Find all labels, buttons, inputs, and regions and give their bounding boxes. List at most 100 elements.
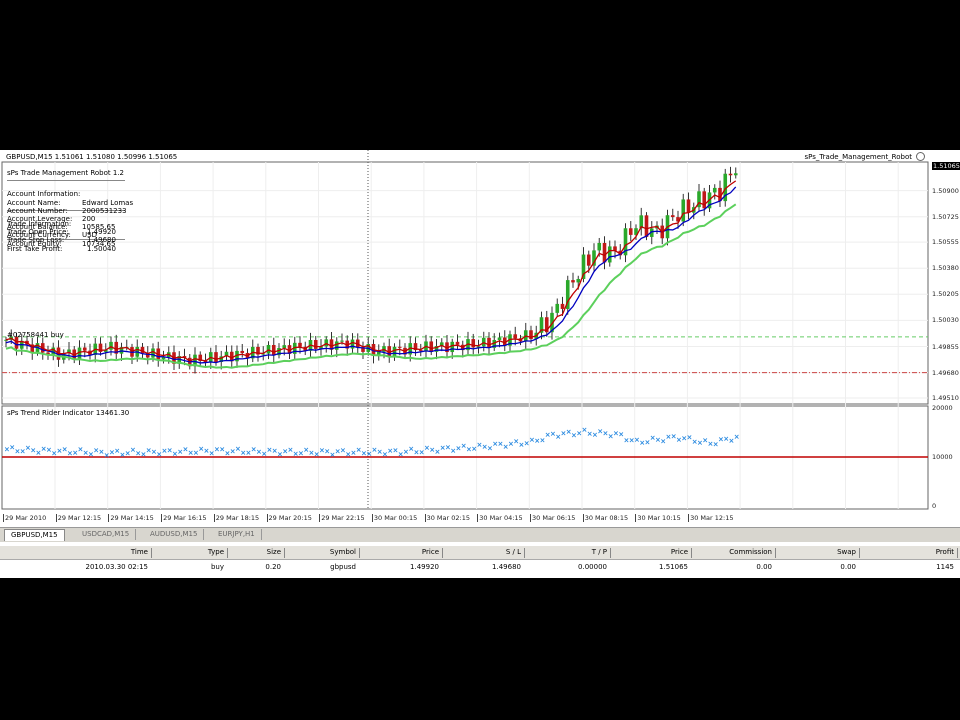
candle-body <box>471 339 476 348</box>
candle-body <box>282 345 287 348</box>
candle-body <box>712 187 717 193</box>
column-header[interactable]: Swap <box>776 548 860 558</box>
time-tick: 29 Mar 16:15 <box>161 514 207 522</box>
candle-body <box>560 303 565 309</box>
candle-body <box>266 344 271 354</box>
candle-body <box>214 352 218 362</box>
ea-name: sPs_Trade_Management_Robot <box>804 153 912 161</box>
account-row: Account Number: 2000531233 <box>7 206 127 215</box>
candle-body <box>576 278 581 283</box>
time-tick: 29 Mar 22:15 <box>319 514 365 522</box>
time-tick: 30 Mar 12:15 <box>688 514 734 522</box>
column-header[interactable]: Symbol <box>285 548 360 558</box>
chart-tabs: GBPUSD,M15 USDCAD,M15 AUDUSD,M15 EURJPY,H1 <box>0 527 960 542</box>
candle-body <box>334 341 339 350</box>
trade-row: Trade Open Price: 1.49920 <box>7 228 116 237</box>
price-chart[interactable]: × × × × × × × × × × × ×× × × × × × × × × × × × × × ×× × × × × × × × × × × × ×… <box>0 150 960 528</box>
price-tick: 1.49855 <box>932 342 959 351</box>
time-tick: 29 Mar 18:15 <box>213 514 260 522</box>
candle-body <box>670 215 675 218</box>
candle-body <box>397 346 402 348</box>
time-tick: 29 Mar 14:15 <box>108 514 154 522</box>
price-tick: 1.50725 <box>932 212 959 221</box>
candle-body <box>324 339 329 347</box>
candle-body <box>350 339 355 349</box>
candle-body <box>313 340 318 349</box>
candle-body <box>681 199 686 222</box>
info-panel: sPs Trade Management Robot 1.2 Account I… <box>7 169 134 253</box>
candle-body <box>109 341 113 350</box>
candle-body <box>686 199 691 213</box>
table-row[interactable]: 2010.03.30 02:15 buy 0.20 gbpusd 1.49920 1.49… <box>0 561 960 574</box>
column-header[interactable]: Price <box>360 548 443 558</box>
trade-table-header: Time Type Size Symbol Price S / LT / P Price Co… <box>0 546 960 560</box>
column-header[interactable]: Time <box>0 548 152 558</box>
account-row: Account Name: Edward Lomas <box>7 198 134 207</box>
chart-tab[interactable]: USDCAD,M15 <box>76 529 137 540</box>
candle-body <box>728 173 733 176</box>
table-cell: 0.00 <box>756 563 772 571</box>
candle-body <box>271 344 276 356</box>
candle-body <box>644 215 649 237</box>
table-cell: 0.20 <box>265 563 281 571</box>
table-cell: buy <box>210 563 224 571</box>
time-tick: 29 Mar 2010 <box>3 514 47 522</box>
price-tick: 1.51065 <box>932 162 960 170</box>
candle-body <box>555 303 560 313</box>
main-pane-border <box>1 161 929 405</box>
candle-body <box>340 340 344 342</box>
column-header[interactable]: Price <box>611 548 692 558</box>
time-tick: 29 Mar 12:15 <box>55 514 102 522</box>
trade-row: First Take Profit: 1.50040 <box>7 244 116 253</box>
price-tick: 1.50900 <box>932 186 959 195</box>
table-cell: 1.49920 <box>410 563 439 571</box>
account-heading: Account Information: <box>7 190 81 199</box>
candle-body <box>586 254 591 266</box>
candle-body <box>602 242 607 263</box>
chart-tab[interactable]: GBPUSD,M15 <box>4 529 65 541</box>
trade-row: Trade Stop Loss: 1.49680 <box>7 236 116 245</box>
table-cell: 1145 <box>936 563 954 571</box>
candle-body <box>597 242 602 251</box>
indicator-label: sPs Trend Rider Indicator 13461.30 <box>7 409 130 417</box>
time-tick: 29 Mar 20:15 <box>266 514 312 522</box>
column-header[interactable]: Commission <box>692 548 776 558</box>
table-cell: 0.00 <box>840 563 856 571</box>
indicator-marker: × <box>734 433 740 441</box>
candle-body <box>82 347 87 351</box>
table-cell: 0.00000 <box>578 563 607 571</box>
chart-tab[interactable]: AUDUSD,M15 <box>144 529 205 540</box>
candle-body <box>607 246 612 263</box>
chart-tab[interactable]: EURJPY,H1 <box>212 529 262 540</box>
table-cell: 1.49680 <box>492 563 521 571</box>
indicator-tick: 10000 <box>932 453 953 461</box>
candle-body <box>450 341 455 353</box>
price-tick: 1.50030 <box>932 316 959 325</box>
column-header[interactable]: Size <box>228 548 285 558</box>
time-tick: 30 Mar 04:15 <box>477 514 523 522</box>
candle-body <box>702 191 707 209</box>
column-header[interactable]: Profit <box>860 548 958 558</box>
column-header[interactable]: T / P <box>525 548 611 558</box>
candle-body <box>392 346 397 357</box>
symbol-quote: GBPUSD,M15 1.51061 1.51080 1.50996 1.510… <box>6 153 178 161</box>
candle-body <box>429 341 434 352</box>
candle-body <box>240 350 245 353</box>
indicator-tick: 0 <box>932 502 937 510</box>
column-header[interactable]: S / L <box>443 548 525 558</box>
order-label: #02758441 buy <box>7 331 64 339</box>
candle-body <box>455 341 460 345</box>
candle-body <box>628 228 633 235</box>
table-cell: 1.51065 <box>659 563 688 571</box>
price-tick: 1.50555 <box>932 238 959 247</box>
indicator-tick: 20000 <box>932 404 953 412</box>
candle-body <box>733 173 738 176</box>
time-tick: 30 Mar 06:15 <box>530 514 576 522</box>
candle-body <box>497 337 502 341</box>
terminal-window: × × × × × × × × × × × × × × × × × × × × × × × × × × × × × × × × × × × × × × × ×… <box>0 150 960 578</box>
time-tick: 30 Mar 02:15 <box>424 514 470 522</box>
time-tick: 30 Mar 00:15 <box>371 514 418 522</box>
column-header[interactable]: Type <box>152 548 228 558</box>
price-tick: 1.50205 <box>932 290 959 299</box>
ea-smiley-icon <box>916 152 925 161</box>
